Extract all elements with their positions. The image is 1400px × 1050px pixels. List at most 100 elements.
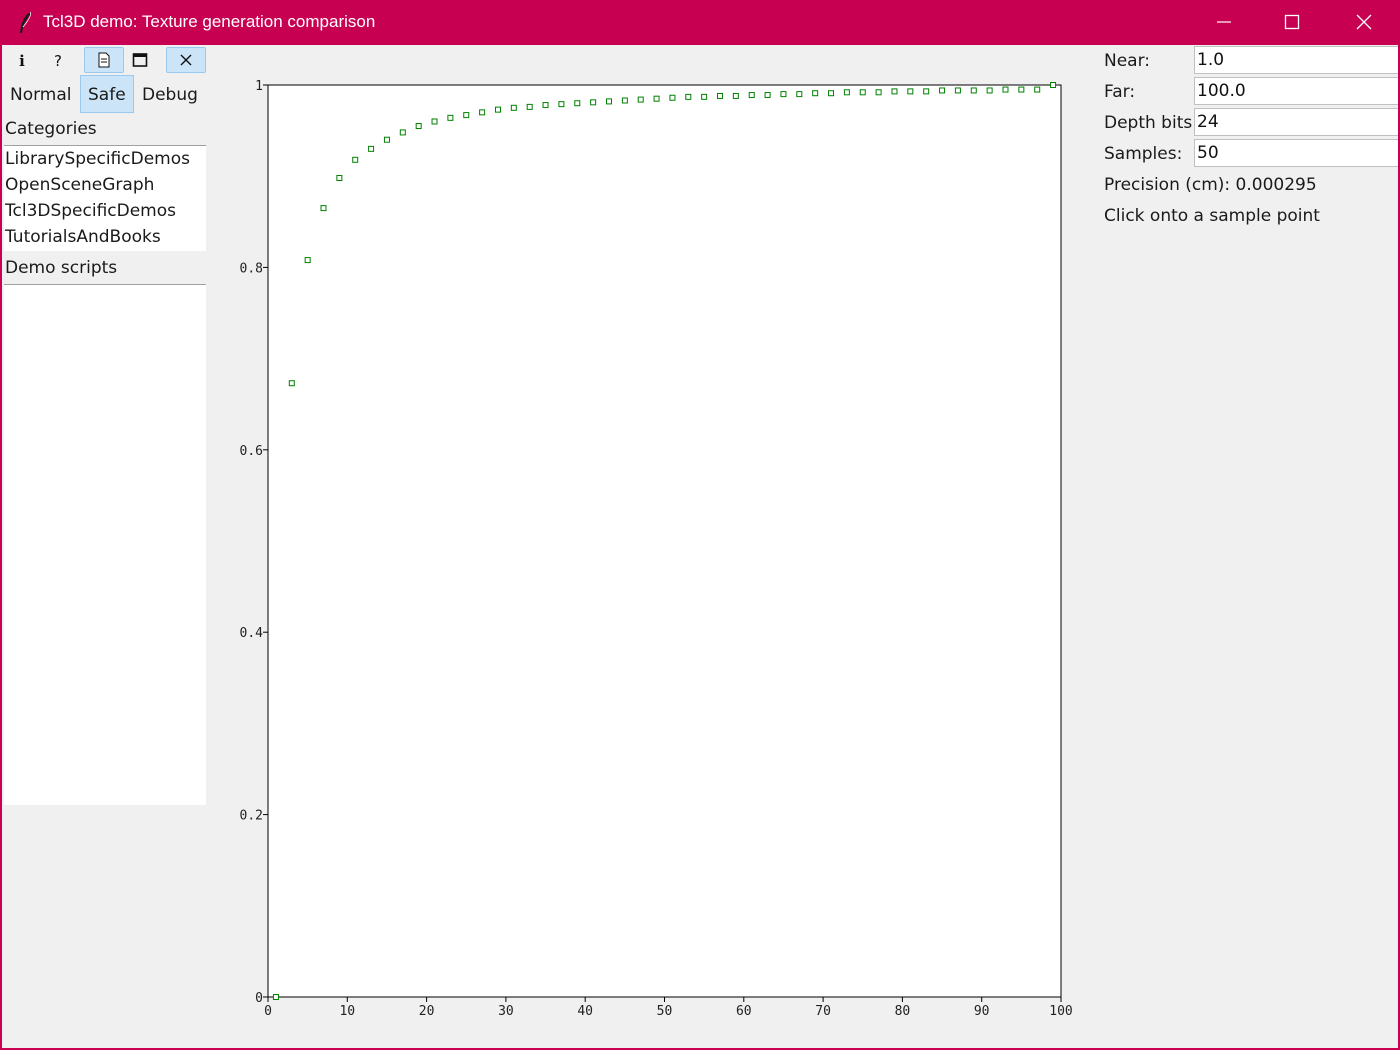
sample-point[interactable] <box>304 257 311 264</box>
sample-point[interactable] <box>796 91 803 98</box>
sample-point[interactable] <box>780 91 787 98</box>
sample-point[interactable] <box>891 88 898 95</box>
sample-point[interactable] <box>748 92 755 99</box>
sample-point[interactable] <box>1050 82 1057 88</box>
samples-label: Samples: <box>1104 144 1183 164</box>
sample-point[interactable] <box>288 380 295 387</box>
sample-point[interactable] <box>907 88 914 95</box>
sample-point[interactable] <box>479 109 486 116</box>
help-button[interactable]: ? <box>38 47 78 73</box>
sample-point[interactable] <box>383 136 390 143</box>
x-tick-label: 40 <box>577 1004 593 1019</box>
near-label: Near: <box>1104 51 1151 71</box>
close-icon <box>180 54 192 66</box>
open-document-button[interactable] <box>84 47 124 73</box>
sample-point[interactable] <box>399 129 406 136</box>
sample-point[interactable] <box>605 98 612 105</box>
categories-list[interactable]: LibrarySpecificDemos OpenSceneGraph Tcl3… <box>4 145 206 251</box>
info-button[interactable]: i <box>2 47 42 73</box>
maximize-icon <box>1284 14 1300 30</box>
help-icon: ? <box>54 52 62 69</box>
sample-point[interactable] <box>336 175 343 182</box>
y-tick-label: 0.2 <box>240 809 263 824</box>
maximize-button[interactable] <box>1258 0 1326 45</box>
sample-point[interactable] <box>859 89 866 96</box>
minimize-button[interactable] <box>1190 0 1258 45</box>
sample-point[interactable] <box>1018 86 1025 93</box>
samples-input[interactable] <box>1194 139 1398 167</box>
exit-button[interactable] <box>166 47 206 73</box>
sample-point[interactable] <box>939 87 946 94</box>
x-tick-label: 50 <box>657 1004 673 1019</box>
y-tick-label: 0.6 <box>240 444 263 459</box>
sample-point[interactable] <box>637 96 644 103</box>
sample-point[interactable] <box>923 88 930 95</box>
sample-point[interactable] <box>875 89 882 96</box>
depth-bits-input[interactable] <box>1194 108 1398 136</box>
sample-point[interactable] <box>828 90 835 97</box>
sample-point[interactable] <box>843 89 850 96</box>
sample-point[interactable] <box>494 106 501 113</box>
sample-point[interactable] <box>717 92 724 99</box>
sample-point[interactable] <box>558 101 565 108</box>
depth-bits-label: Depth bits: <box>1104 113 1198 133</box>
svg-text:?: ? <box>54 52 62 69</box>
fullscreen-button[interactable] <box>120 47 160 73</box>
demo-scripts-label: Demo scripts <box>5 258 118 278</box>
sample-point[interactable] <box>669 94 676 101</box>
sample-point[interactable] <box>621 97 628 104</box>
mode-debug-button[interactable]: Debug <box>134 75 206 113</box>
mode-safe-button[interactable]: Safe <box>80 75 134 113</box>
sample-point[interactable] <box>1002 86 1009 93</box>
sample-point[interactable] <box>1034 86 1041 93</box>
list-item[interactable]: Tcl3DSpecificDemos <box>4 198 206 224</box>
sample-point[interactable] <box>447 114 454 121</box>
far-label: Far: <box>1104 82 1136 102</box>
list-item[interactable]: OpenSceneGraph <box>4 172 206 198</box>
x-tick-label: 60 <box>736 1004 752 1019</box>
x-tick-label: 10 <box>339 1004 355 1019</box>
sample-point[interactable] <box>352 156 359 163</box>
mode-normal-button[interactable]: Normal <box>2 75 80 113</box>
sample-point[interactable] <box>986 87 993 94</box>
sample-point[interactable] <box>812 90 819 97</box>
near-input[interactable] <box>1194 46 1398 74</box>
plot-area <box>267 84 1062 998</box>
sample-point[interactable] <box>510 104 517 111</box>
minimize-icon <box>1217 21 1231 23</box>
sample-point[interactable] <box>368 145 375 152</box>
sample-point[interactable] <box>590 99 597 106</box>
close-window-button[interactable] <box>1330 0 1398 45</box>
far-input[interactable] <box>1194 77 1398 105</box>
list-item[interactable]: TutorialsAndBooks <box>4 224 206 250</box>
sample-point[interactable] <box>415 123 422 130</box>
sample-point[interactable] <box>970 87 977 94</box>
svg-text:i: i <box>19 52 25 69</box>
sample-point[interactable] <box>574 100 581 107</box>
sample-point[interactable] <box>701 93 708 100</box>
x-tick-label: 100 <box>1049 1004 1072 1019</box>
sample-point[interactable] <box>526 103 533 110</box>
hint-text: Click onto a sample point <box>1104 206 1320 226</box>
title-bar: Tcl3D demo: Texture generation compariso… <box>0 0 1400 45</box>
list-item[interactable]: LibrarySpecificDemos <box>4 146 206 172</box>
precision-readout: Precision (cm): 0.000295 <box>1104 175 1317 195</box>
y-tick-label: 0.8 <box>240 261 263 276</box>
sample-point[interactable] <box>463 112 470 119</box>
sample-point[interactable] <box>954 87 961 94</box>
window-title: Tcl3D demo: Texture generation compariso… <box>43 12 376 31</box>
close-icon <box>1356 14 1372 30</box>
sample-point[interactable] <box>732 92 739 99</box>
sample-point[interactable] <box>320 205 327 212</box>
sample-point[interactable] <box>272 994 279 1000</box>
demo-scripts-list[interactable] <box>4 284 206 805</box>
info-icon: i <box>19 52 25 69</box>
sample-point[interactable] <box>431 118 438 125</box>
sample-point[interactable] <box>764 92 771 99</box>
sample-point[interactable] <box>653 95 660 102</box>
sample-point[interactable] <box>542 102 549 109</box>
categories-label: Categories <box>5 119 97 139</box>
x-tick-label: 0 <box>264 1004 272 1019</box>
depth-precision-plot[interactable]: 0 10 20 30 40 50 60 70 80 90 100 0 0.2 0.4 0.6 0.8 1 <box>210 45 1090 1048</box>
sample-point[interactable] <box>685 93 692 100</box>
